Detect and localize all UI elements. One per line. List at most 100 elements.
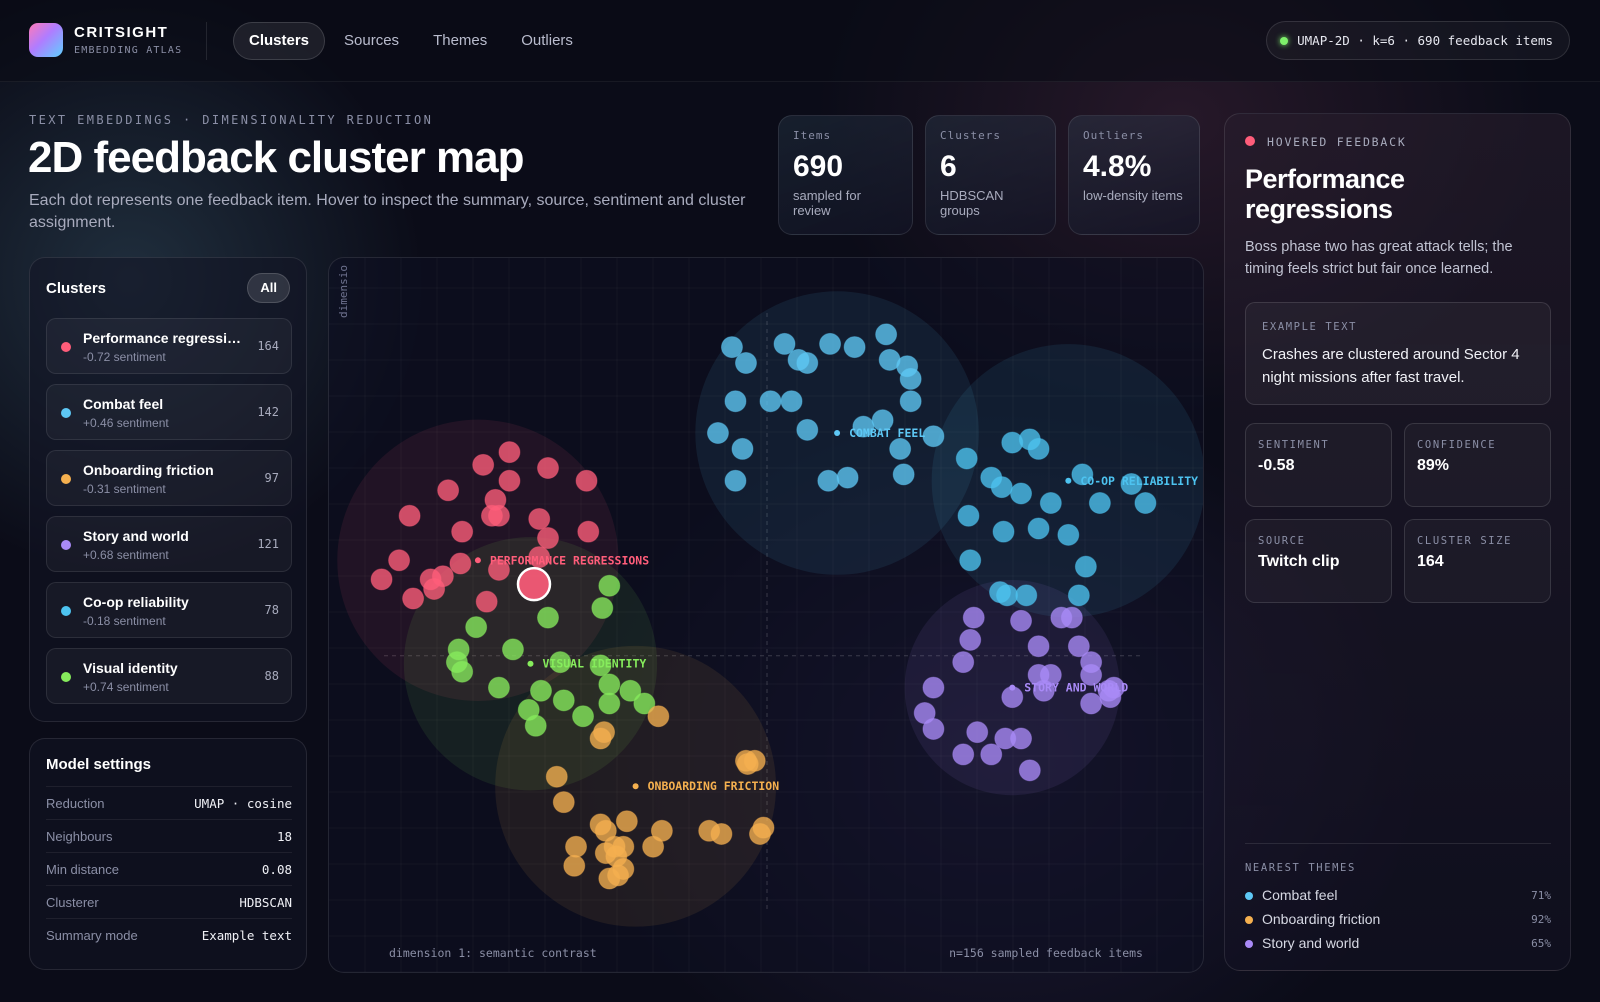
data-point[interactable] — [962, 606, 985, 629]
tab-clusters[interactable]: Clusters — [233, 22, 326, 60]
data-point[interactable] — [475, 590, 498, 613]
cluster-item[interactable]: Story and world +0.68 sentiment 121 — [46, 516, 292, 572]
data-point[interactable] — [598, 692, 621, 715]
data-point[interactable] — [563, 854, 586, 877]
data-point[interactable] — [875, 323, 898, 346]
data-point[interactable] — [642, 835, 665, 858]
data-point[interactable] — [537, 606, 559, 629]
data-point[interactable] — [437, 479, 460, 502]
data-point[interactable] — [952, 743, 975, 766]
data-point[interactable] — [759, 390, 782, 413]
data-point[interactable] — [402, 587, 425, 610]
data-point[interactable] — [472, 453, 495, 476]
data-point[interactable] — [1010, 727, 1033, 750]
data-point[interactable] — [1067, 584, 1090, 607]
data-point[interactable] — [498, 441, 521, 464]
data-point[interactable] — [1015, 584, 1038, 607]
data-point[interactable] — [528, 507, 551, 530]
data-point[interactable] — [892, 463, 915, 486]
tab-themes[interactable]: Themes — [418, 22, 502, 60]
all-filter-button[interactable]: All — [247, 273, 290, 303]
data-point[interactable] — [724, 469, 747, 492]
data-point[interactable] — [537, 457, 559, 480]
data-point[interactable] — [1010, 609, 1033, 632]
data-point[interactable] — [980, 743, 1003, 766]
data-point[interactable] — [1039, 492, 1062, 515]
cluster-item[interactable]: Performance regressions -0.72 sentiment … — [46, 318, 292, 374]
data-point[interactable] — [598, 867, 621, 890]
data-point[interactable] — [615, 810, 638, 833]
data-point[interactable] — [1018, 759, 1041, 782]
data-point[interactable] — [922, 676, 945, 699]
data-point[interactable] — [647, 705, 670, 728]
data-point[interactable] — [899, 390, 922, 413]
data-point[interactable] — [724, 390, 747, 413]
hovered-data-point[interactable] — [516, 566, 552, 602]
data-point[interactable] — [996, 584, 1019, 607]
data-point[interactable] — [959, 549, 982, 572]
data-point[interactable] — [748, 822, 771, 845]
data-point[interactable] — [1074, 555, 1097, 578]
cluster-item[interactable]: Visual identity +0.74 sentiment 88 — [46, 648, 292, 704]
cluster-item[interactable]: Co-op reliability -0.18 sentiment 78 — [46, 582, 292, 638]
data-point[interactable] — [449, 552, 472, 575]
scatter-svg[interactable]: PERFORMANCE REGRESSIONS COMBAT FEEL CO-OP … — [329, 258, 1204, 973]
data-point[interactable] — [731, 437, 754, 460]
data-point[interactable] — [398, 504, 421, 527]
data-point[interactable] — [487, 676, 510, 699]
data-point[interactable] — [598, 574, 621, 597]
data-point[interactable] — [593, 721, 616, 744]
data-point[interactable] — [959, 628, 982, 651]
data-point[interactable] — [922, 717, 945, 740]
data-point[interactable] — [370, 568, 393, 591]
theme-row[interactable]: Onboarding friction 92% — [1245, 910, 1551, 932]
data-point[interactable] — [552, 689, 575, 712]
data-point[interactable] — [796, 418, 819, 441]
data-point[interactable] — [1057, 523, 1080, 546]
data-point[interactable] — [1060, 606, 1083, 629]
theme-row[interactable]: Combat feel 71% — [1245, 886, 1551, 908]
data-point[interactable] — [524, 714, 547, 737]
data-point[interactable] — [1027, 517, 1050, 540]
cluster-item[interactable]: Onboarding friction -0.31 sentiment 97 — [46, 450, 292, 506]
data-point[interactable] — [1088, 492, 1111, 515]
data-point[interactable] — [922, 425, 945, 448]
data-point[interactable] — [451, 660, 474, 683]
data-point[interactable] — [889, 437, 912, 460]
data-point[interactable] — [796, 352, 819, 375]
data-point[interactable] — [498, 469, 521, 492]
data-point[interactable] — [575, 469, 598, 492]
data-point[interactable] — [734, 352, 757, 375]
data-point[interactable] — [451, 520, 474, 543]
tab-outliers[interactable]: Outliers — [506, 22, 588, 60]
data-point[interactable] — [501, 638, 524, 661]
data-point[interactable] — [487, 504, 510, 527]
data-point[interactable] — [992, 520, 1015, 543]
data-point[interactable] — [598, 673, 621, 696]
data-point[interactable] — [591, 597, 614, 620]
data-point[interactable] — [529, 679, 552, 702]
data-point[interactable] — [899, 367, 922, 390]
data-point[interactable] — [552, 791, 575, 814]
data-point[interactable] — [545, 765, 568, 788]
data-point[interactable] — [537, 527, 559, 550]
data-point[interactable] — [465, 616, 488, 639]
data-point[interactable] — [1134, 492, 1157, 515]
data-point[interactable] — [990, 476, 1013, 499]
data-point[interactable] — [819, 332, 842, 355]
data-point[interactable] — [817, 469, 840, 492]
tab-sources[interactable]: Sources — [329, 22, 414, 60]
data-point[interactable] — [388, 549, 411, 572]
data-point[interactable] — [780, 390, 803, 413]
data-point[interactable] — [565, 835, 588, 858]
cluster-map-plot[interactable]: PERFORMANCE REGRESSIONS COMBAT FEEL CO-OP … — [328, 257, 1204, 973]
data-point[interactable] — [952, 651, 975, 674]
data-point[interactable] — [743, 749, 766, 772]
data-point[interactable] — [577, 520, 600, 543]
data-point[interactable] — [843, 336, 866, 359]
data-point[interactable] — [431, 565, 454, 588]
theme-row[interactable]: Story and world 65% — [1245, 934, 1551, 956]
data-point[interactable] — [836, 466, 859, 489]
data-point[interactable] — [1027, 437, 1050, 460]
data-point[interactable] — [1010, 482, 1033, 505]
